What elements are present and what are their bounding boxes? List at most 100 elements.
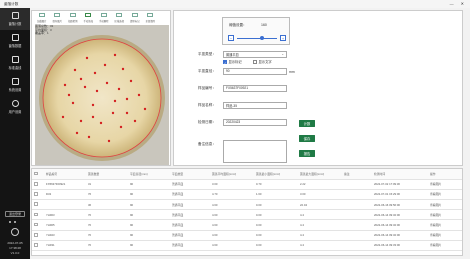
sidebar-item-curve[interactable]: 标准曲线 <box>0 52 30 74</box>
table-row[interactable]: D32 76 90 普通平皿 4.70 1.60 3.00 2022-07-01 15:29:… <box>32 189 462 201</box>
remark-label: 备注信息： <box>198 142 216 146</box>
colony-marker <box>79 77 83 81</box>
threshold-decrease-button[interactable]: − <box>228 35 234 41</box>
sample-no-input[interactable]: FX5637F00921 <box>223 85 287 92</box>
threshold-slider-track[interactable] <box>237 37 277 39</box>
colony-marker <box>125 97 129 101</box>
checkbox-unchecked[interactable] <box>253 59 257 64</box>
chevron-down-icon: ⌄ <box>281 52 284 57</box>
coverage: 覆盖率：1 <box>35 31 49 36</box>
sidebar-item-data[interactable]: 菌落数据 <box>0 30 30 52</box>
col-header[interactable]: 菌落最大面积(mm²) <box>298 169 342 180</box>
col-header[interactable]: 平皿直径(mm) <box>128 169 170 180</box>
col-header[interactable]: 菌落最小面积(mm²) <box>254 169 298 180</box>
threshold-increase-button[interactable]: + <box>280 35 286 41</box>
view-image-link[interactable]: 查看图片 <box>428 179 462 190</box>
view-image-link[interactable]: 查看图片 <box>428 219 462 231</box>
row-checkbox[interactable] <box>32 199 44 211</box>
tool-save-image[interactable]: 保存图片 <box>50 11 66 24</box>
tool-delete[interactable]: 手动删除 <box>96 11 112 24</box>
show-text-checkbox[interactable]: 显示文字 <box>253 59 272 64</box>
table-cell: 31 <box>86 179 128 190</box>
title-bar: 菌落计数 — ✕ <box>0 0 470 8</box>
logout-button[interactable]: 退出登录 <box>5 211 25 217</box>
row-checkbox[interactable] <box>32 240 44 252</box>
show-marks-checkbox[interactable]: ✓ 显示标记 <box>223 59 242 65</box>
table-cell: 2022-07-01 15:29:00 <box>372 189 428 201</box>
diameter-unit: mm <box>289 69 295 74</box>
col-header[interactable]: 操作 <box>428 169 462 180</box>
table-cell: D32 <box>44 189 86 201</box>
col-header[interactable]: 平皿类型 <box>170 169 210 180</box>
table-cell: 4.4 <box>298 230 342 241</box>
sidebar-item-settings[interactable]: 系统设置 <box>0 74 30 96</box>
table-cell: 2022-06-14 09:33:00 <box>372 240 428 252</box>
close-button[interactable]: ✕ <box>461 1 464 6</box>
diameter-input[interactable]: 90 <box>223 68 287 75</box>
tool-clear-marks[interactable]: 清除标记 <box>127 11 143 24</box>
remark-textarea[interactable] <box>223 140 287 163</box>
threshold-slider-thumb[interactable] <box>259 35 265 41</box>
view-image-link[interactable]: 查看图片 <box>428 199 462 211</box>
grid-icon <box>11 12 19 19</box>
table-row[interactable]: YH931 70 90 普通平皿 4.60 0.00 4.4 2022-06-14 09:33… <box>32 240 462 252</box>
row-checkbox[interactable] <box>32 179 44 190</box>
table-row[interactable]: YH923 70 90 普通平皿 4.60 0.00 4.4 2022-06-14 09:32… <box>32 230 462 241</box>
col-header[interactable]: 菌落数量 <box>86 169 128 180</box>
tool-label: 区域选择 <box>114 19 125 23</box>
tool-load-image[interactable]: 加载图片 <box>34 11 50 24</box>
count-button[interactable]: 计数 <box>299 120 315 127</box>
colony-marker <box>67 93 71 97</box>
image-panel: 加载图片 保存图片 拍照检测 手动添加 手动删除 区域选择 清除标记 全部清除 … <box>31 10 171 166</box>
table-row[interactable]: FX5637F00921 31 90 普通平皿 3.00 0.70 2.22 2022-07-… <box>32 179 462 190</box>
minimize-button[interactable]: — <box>450 1 454 6</box>
table-cell: 90 <box>128 199 170 211</box>
colony-marker <box>133 119 137 123</box>
view-image-link[interactable]: 查看图片 <box>428 240 462 252</box>
col-header[interactable]: 样品编号 <box>44 169 86 180</box>
table-cell <box>342 219 372 231</box>
plate-type-select[interactable]: 普通平皿 ⌄ <box>223 51 287 58</box>
tool-add[interactable]: 手动添加 <box>81 11 97 24</box>
table-header-row: 样品编号 菌落数量 平皿直径(mm) 平皿类型 菌落平均面积(mm²) 菌落最小… <box>32 169 462 180</box>
petri-dish-image[interactable] <box>35 25 169 165</box>
dot-icon <box>14 221 16 223</box>
colony-marker <box>91 103 95 107</box>
colony-marker <box>119 125 123 129</box>
select-all-checkbox[interactable] <box>32 169 44 180</box>
view-image-link[interactable]: 查看图片 <box>428 189 462 201</box>
date-input[interactable]: 20220423 <box>223 119 287 126</box>
sidebar-item-count[interactable]: 菌落计数 <box>0 8 30 30</box>
row-checkbox[interactable] <box>32 219 44 231</box>
col-header[interactable]: 检测时间 <box>372 169 428 180</box>
tool-clear-all[interactable]: 全部清除 <box>143 11 159 24</box>
table-cell: 0.00 <box>254 230 298 241</box>
table-row[interactable]: YH905 70 90 普通平皿 4.60 0.00 4.4 2022-06-14 09:32… <box>32 219 462 231</box>
table-cell: 90 <box>128 219 170 231</box>
status-dots <box>9 221 16 223</box>
sample-no-label: 样品编号： <box>198 86 216 90</box>
view-image-link[interactable]: 查看图片 <box>428 230 462 241</box>
table-row[interactable]: 36 90 普通平皿 4.60 0.00 22.04 2022-06-16 09:56:00… <box>32 199 462 211</box>
database-icon <box>11 34 19 41</box>
colony-marker <box>61 115 65 119</box>
sidebar-item-user[interactable]: 用户设置 <box>0 96 30 118</box>
save-button[interactable]: 保存 <box>299 135 315 142</box>
tool-capture[interactable]: 拍照检测 <box>65 11 81 24</box>
row-checkbox[interactable] <box>32 189 44 201</box>
table-cell: 2.22 <box>298 179 342 190</box>
row-checkbox[interactable] <box>32 209 44 221</box>
table-row[interactable]: YH903 70 90 普通平皿 4.60 0.00 4.4 2022-06-14 09:32… <box>32 209 462 221</box>
tool-region[interactable]: 区域选择 <box>112 11 128 24</box>
report-button[interactable]: 报告 <box>299 150 315 157</box>
sample-name-input[interactable]: 样品-35 <box>223 102 287 109</box>
colony-marker <box>63 83 67 87</box>
colony-marker <box>85 56 89 60</box>
power-icon[interactable] <box>11 228 19 236</box>
checkbox-checked[interactable]: ✓ <box>223 59 227 65</box>
view-image-link[interactable]: 查看图片 <box>428 209 462 221</box>
col-header[interactable]: 备注 <box>342 169 372 180</box>
camera-icon <box>69 12 76 17</box>
row-checkbox[interactable] <box>32 230 44 241</box>
col-header[interactable]: 菌落平均面积(mm²) <box>210 169 254 180</box>
